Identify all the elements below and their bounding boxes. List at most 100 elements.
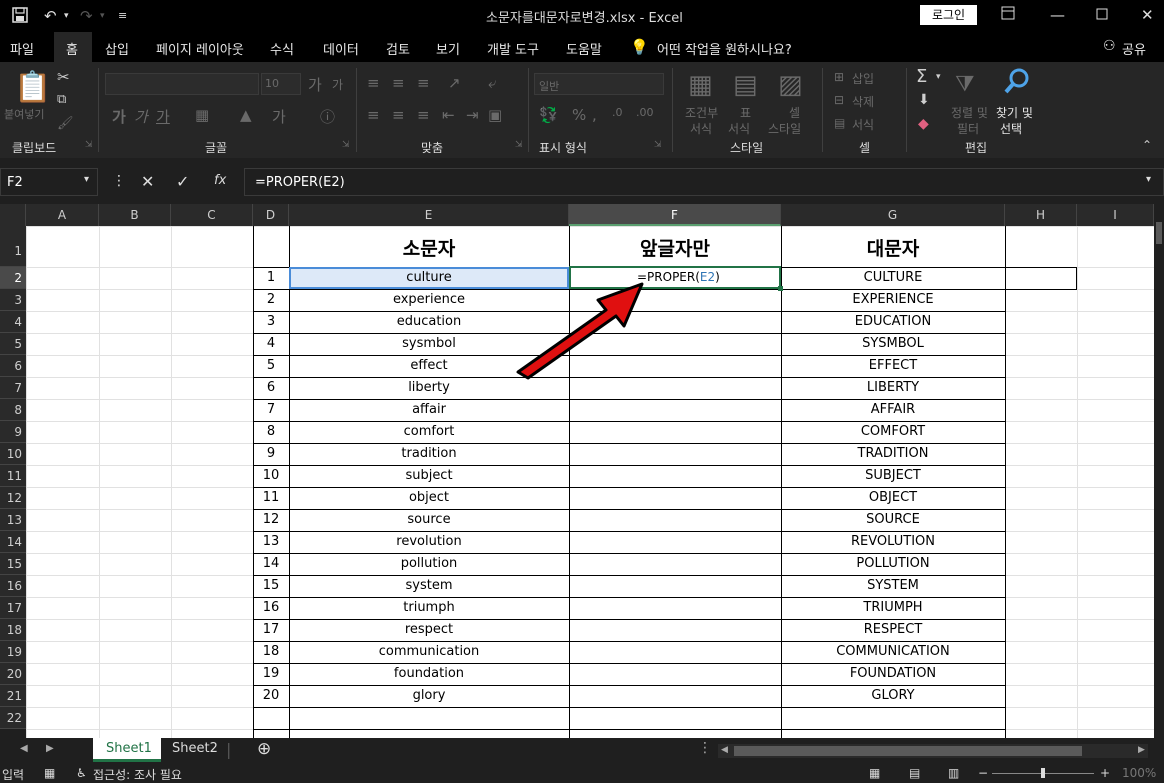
paste-icon[interactable]: 📋 [14,70,51,105]
cell-number[interactable]: 5 [253,355,289,377]
row-header-14[interactable]: 14 [0,531,26,553]
column-header-A[interactable]: A [26,204,99,226]
row-header-3[interactable]: 3 [0,289,26,311]
cell-number[interactable]: 17 [253,619,289,641]
decrease-font-icon[interactable]: 가 [332,76,343,93]
row-header-9[interactable]: 9 [0,421,26,443]
undo-dropdown-icon[interactable]: ▾ [64,11,69,21]
row-header-10[interactable]: 10 [0,443,26,465]
row-header-13[interactable]: 13 [0,509,26,531]
increase-indent-icon[interactable]: ⇥ [466,106,479,124]
horizontal-scroll-thumb[interactable] [734,746,1082,756]
name-box-dropdown-icon[interactable]: ▾ [84,174,89,185]
tab-data[interactable]: 데이터 [323,39,359,58]
row-header-7[interactable]: 7 [0,377,26,399]
cell-number[interactable]: 7 [253,399,289,421]
comma-icon[interactable]: , [592,106,597,124]
clear-icon[interactable]: ◆ [918,116,929,132]
cell-lowercase[interactable]: comfort [289,421,569,443]
row-header-17[interactable]: 17 [0,597,26,619]
minimize-icon[interactable]: — [1050,6,1065,24]
cell-uppercase[interactable]: POLLUTION [781,553,1005,575]
cell-number[interactable]: 19 [253,663,289,685]
column-header-H[interactable]: H [1005,204,1077,226]
zoom-in-icon[interactable]: + [1100,766,1110,780]
cell-lowercase[interactable]: glory [289,685,569,707]
font-color-icon[interactable]: 가 [272,106,286,127]
decrease-decimal-icon[interactable]: .00 [636,106,654,119]
clipboard-launcher-icon[interactable]: ⇲ [85,140,93,150]
fill-icon[interactable]: ⬇ [918,92,930,108]
scroll-left-icon[interactable]: ◀ [721,745,728,755]
tab-formulas[interactable]: 수식 [270,39,294,58]
cell-uppercase[interactable]: EFFECT [781,355,1005,377]
copy-icon[interactable]: ⧉ [57,92,66,107]
login-button[interactable]: 로그인 [920,5,977,25]
find-select-icon[interactable] [1002,66,1032,104]
accessibility-status[interactable]: 접근성: 조사 필요 [93,766,182,783]
sort-filter-icon[interactable]: ⧩ [955,72,975,97]
sheet-prev-icon[interactable]: ◀ [20,743,28,754]
row-header-12[interactable]: 12 [0,487,26,509]
cell-lowercase[interactable]: triumph [289,597,569,619]
cell-lowercase[interactable]: object [289,487,569,509]
insert-cells-icon[interactable]: ⊞ [834,70,844,84]
confirm-entry-icon[interactable]: ✓ [176,172,189,191]
cell-number[interactable]: 15 [253,575,289,597]
autosum-icon[interactable]: Σ [916,66,927,87]
cell-lowercase[interactable]: foundation [289,663,569,685]
cell-number[interactable]: 20 [253,685,289,707]
header-uppercase[interactable]: 대문자 [781,234,1005,261]
more-sheets-icon[interactable]: ⋮ [698,740,712,756]
tab-review[interactable]: 검토 [386,39,410,58]
cell-uppercase[interactable]: GLORY [781,685,1005,707]
cell-number[interactable]: 14 [253,553,289,575]
cancel-entry-icon[interactable]: ✕ [141,172,154,191]
vertical-scrollbar[interactable] [1154,204,1164,738]
column-header-I[interactable]: I [1077,204,1154,226]
cell-uppercase[interactable]: SUBJECT [781,465,1005,487]
column-header-G[interactable]: G [781,204,1005,226]
insert-function-icon[interactable]: fx [214,173,226,188]
cell-uppercase[interactable]: LIBERTY [781,377,1005,399]
cell-number[interactable]: 9 [253,443,289,465]
cell-uppercase[interactable]: COMFORT [781,421,1005,443]
column-header-C[interactable]: C [171,204,253,226]
macro-record-icon[interactable]: ▦ [44,766,55,780]
redo-dropdown-icon[interactable]: ▾ [100,11,105,21]
maximize-icon[interactable] [1096,6,1108,24]
row-header-22[interactable]: 22 [0,707,26,729]
format-cells-icon[interactable]: ▤ [834,116,845,130]
column-header-D[interactable]: D [253,204,289,226]
row-header-18[interactable]: 18 [0,619,26,641]
alignment-launcher-icon[interactable]: ⇲ [515,140,523,150]
underline-icon[interactable]: 가 [156,106,170,127]
row-header-1[interactable]: 1 [0,226,26,267]
cell-uppercase[interactable]: EDUCATION [781,311,1005,333]
cell-uppercase[interactable]: CULTURE [781,267,1005,289]
align-center-icon[interactable]: ≡ [392,106,405,124]
cell-styles-icon[interactable]: ▨ [778,70,803,100]
cell-lowercase[interactable]: revolution [289,531,569,553]
tab-home[interactable]: 홈 [66,39,78,58]
bold-icon[interactable]: 가 [112,106,126,127]
percent-icon[interactable]: % [572,106,586,124]
cell-uppercase[interactable]: EXPERIENCE [781,289,1005,311]
number-launcher-icon[interactable]: ⇲ [654,140,662,150]
column-header-E[interactable]: E [289,204,569,226]
row-header-16[interactable]: 16 [0,575,26,597]
italic-icon[interactable]: 가 [134,106,148,127]
collapse-ribbon-icon[interactable]: ⌃ [1142,138,1152,152]
cell-number[interactable]: 3 [253,311,289,333]
cell-number[interactable]: 1 [253,267,289,289]
tell-me-search[interactable]: 어떤 작업을 원하시나요? [657,39,792,58]
borders-icon[interactable]: ▦ [195,106,209,124]
cell-number[interactable]: 2 [253,289,289,311]
page-break-view-icon[interactable]: ▥ [948,766,959,780]
undo-icon[interactable]: ↶ [44,7,57,25]
cell-number[interactable]: 10 [253,465,289,487]
select-all-corner[interactable] [0,204,26,226]
cell-lowercase[interactable]: tradition [289,443,569,465]
tab-developer[interactable]: 개발 도구 [487,39,539,58]
close-icon[interactable]: ✕ [1141,6,1154,24]
